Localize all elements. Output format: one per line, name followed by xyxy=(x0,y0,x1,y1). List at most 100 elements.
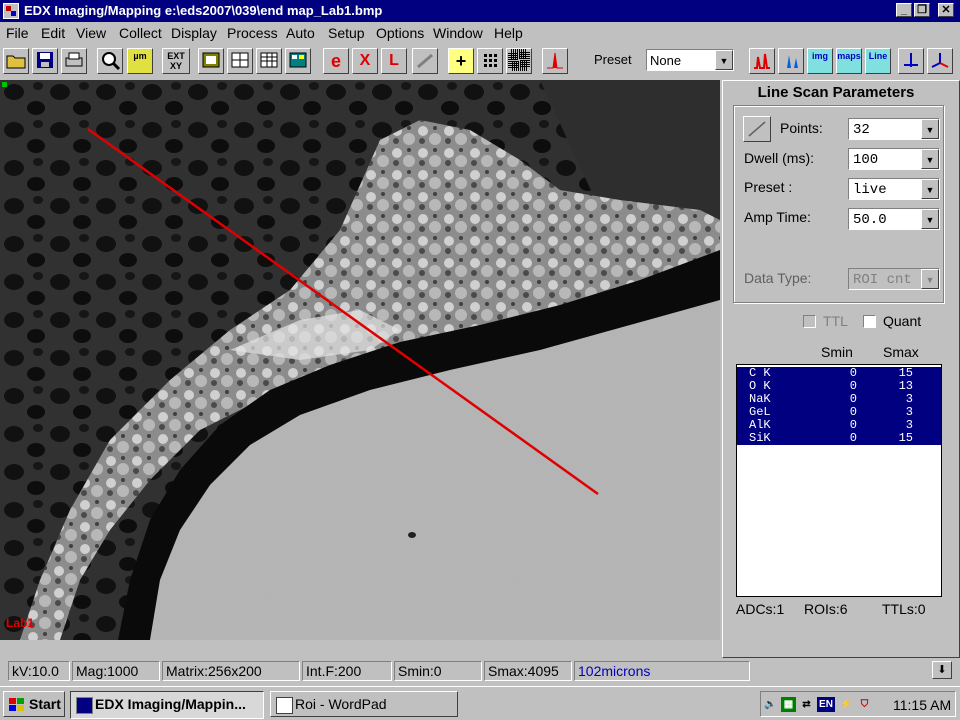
adcs-count: ADCs:1 xyxy=(736,601,785,617)
menu-edit[interactable]: Edit xyxy=(41,25,65,41)
shield-icon[interactable]: ⛉ xyxy=(857,697,872,712)
maps-button[interactable]: maps xyxy=(836,48,862,74)
ttl-label: TTL xyxy=(823,313,848,329)
line-l-button[interactable]: L xyxy=(381,48,407,74)
element-smin: 0 xyxy=(849,431,857,445)
image-mode-button[interactable] xyxy=(198,48,224,74)
status-smin: Smin:0 xyxy=(394,661,482,681)
image-frame-icon xyxy=(202,52,220,68)
menu-setup[interactable]: Setup xyxy=(328,25,365,41)
close-button[interactable]: ✕ xyxy=(938,3,954,17)
language-indicator[interactable]: EN xyxy=(817,697,835,712)
chevron-down-icon[interactable]: ▼ xyxy=(921,149,939,169)
peak-icon xyxy=(547,52,563,69)
taskbar-wordpad[interactable]: Roi - WordPad xyxy=(270,691,458,717)
menu-auto[interactable]: Auto xyxy=(286,25,315,41)
origin-marker xyxy=(2,82,7,87)
chevron-down-icon[interactable]: ▼ xyxy=(921,119,939,139)
usb-icon[interactable]: ⇄ xyxy=(799,697,814,712)
dwell-value: 100 xyxy=(853,152,879,168)
floppy-icon xyxy=(37,52,53,68)
amp-time-dropdown[interactable]: 50.0 ▼ xyxy=(848,208,940,230)
menu-window[interactable]: Window xyxy=(433,25,483,41)
spectrum-fill-button[interactable] xyxy=(778,48,804,74)
menu-process[interactable]: Process xyxy=(227,25,278,41)
save-button[interactable] xyxy=(32,48,58,74)
dots-grid-button[interactable] xyxy=(477,48,503,74)
quant-checkbox[interactable] xyxy=(863,315,876,328)
restore-button[interactable]: ❐ xyxy=(914,3,930,17)
table-icon xyxy=(260,52,278,68)
multi-map-button[interactable] xyxy=(285,48,311,74)
menu-display[interactable]: Display xyxy=(171,25,217,41)
line-button[interactable]: Line xyxy=(865,48,891,74)
ttl-checkbox[interactable] xyxy=(803,315,816,328)
minimize-button[interactable]: _ xyxy=(896,3,912,17)
zoom-button[interactable] xyxy=(97,48,123,74)
micron-marker-button[interactable]: µm xyxy=(127,48,153,74)
amp-time-value: 50.0 xyxy=(853,212,887,228)
dwell-label: Dwell (ms): xyxy=(744,150,814,166)
menu-help[interactable]: Help xyxy=(494,25,523,41)
start-button[interactable]: Start xyxy=(3,691,65,717)
menu-options[interactable]: Options xyxy=(376,25,424,41)
axis-icon xyxy=(904,53,918,67)
status-scale: 102microns xyxy=(574,661,750,681)
point-button[interactable] xyxy=(412,48,438,74)
menu-collect[interactable]: Collect xyxy=(119,25,162,41)
xy-axis-button[interactable] xyxy=(898,48,924,74)
add-point-button[interactable]: + xyxy=(448,48,474,74)
x-button[interactable]: X xyxy=(352,48,378,74)
chevron-down-icon[interactable]: ▼ xyxy=(921,179,939,199)
power-icon[interactable]: ⚡ xyxy=(839,697,854,712)
scan-params-group: Points: 32 ▼ Dwell (ms): 100 ▼ Preset : … xyxy=(733,105,944,303)
arrow-down-icon[interactable]: ⬇ xyxy=(932,661,952,679)
points-dropdown[interactable]: 32 ▼ xyxy=(848,118,940,140)
scan-preset-dropdown[interactable]: live ▼ xyxy=(848,178,940,200)
spectrum-compare-icon xyxy=(754,53,770,69)
panel-title: Line Scan Parameters xyxy=(757,84,915,101)
disabled-point-icon xyxy=(417,53,433,69)
spectrum-compare-button[interactable] xyxy=(749,48,775,74)
dwell-dropdown[interactable]: 100 ▼ xyxy=(848,148,940,170)
status-smax: Smax:4095 xyxy=(484,661,572,681)
chevron-down-icon[interactable]: ▼ xyxy=(921,209,939,229)
taskbar-edx-imaging[interactable]: EDX Imaging/Mappin... xyxy=(70,691,264,719)
title-bar: EDX Imaging/Mapping e:\eds2007\039\end m… xyxy=(0,0,960,22)
status-kv: kV:10.0 xyxy=(8,661,70,681)
menu-file[interactable]: File xyxy=(6,25,29,41)
open-folder-button[interactable] xyxy=(3,48,29,74)
element-list[interactable]: C K 0 15 O K 0 13 NaK 0 3 GeL 0 3 AlK 0 … xyxy=(736,364,942,597)
sem-micrograph xyxy=(0,80,720,640)
start-label: Start xyxy=(29,696,61,712)
print-button[interactable] xyxy=(61,48,87,74)
axis-3d-icon xyxy=(931,53,949,68)
datatype-value: ROI cnt xyxy=(853,272,912,288)
quant-label: Quant xyxy=(883,313,922,329)
dense-grid-button[interactable] xyxy=(506,48,532,74)
datatype-dropdown[interactable]: ROI cnt ▼ xyxy=(848,268,940,290)
list-item[interactable]: SiK 0 15 xyxy=(737,432,941,445)
magnifier-icon xyxy=(102,52,121,71)
ext-xy-button[interactable]: EXT XY xyxy=(162,48,190,74)
preset-dropdown[interactable]: None ▼ xyxy=(646,49,734,71)
line-tool-button[interactable] xyxy=(743,116,771,142)
task-label: Roi - WordPad xyxy=(295,696,387,712)
e-scan-button[interactable]: e xyxy=(323,48,349,74)
app-icon[interactable] xyxy=(3,3,19,19)
menu-view[interactable]: View xyxy=(76,25,106,41)
xyz-axis-button[interactable] xyxy=(927,48,953,74)
grid-2x2-button[interactable] xyxy=(227,48,253,74)
img-button[interactable]: img xyxy=(807,48,833,74)
chevron-down-icon[interactable]: ▼ xyxy=(921,269,939,289)
scan-preset-label: Preset : xyxy=(744,179,793,195)
task-label: EDX Imaging/Mappin... xyxy=(95,696,246,712)
speaker-icon[interactable]: 🔈 xyxy=(763,697,778,712)
grid-table-button[interactable] xyxy=(256,48,282,74)
network-icon[interactable]: ▦ xyxy=(781,697,796,712)
printer-icon xyxy=(65,52,83,67)
chevron-down-icon[interactable]: ▼ xyxy=(715,50,733,70)
sem-image-view[interactable]: Lab1 xyxy=(0,80,720,640)
spectrum-button[interactable] xyxy=(542,48,568,74)
menu-bar: File Edit View Collect Display Process A… xyxy=(0,22,960,44)
